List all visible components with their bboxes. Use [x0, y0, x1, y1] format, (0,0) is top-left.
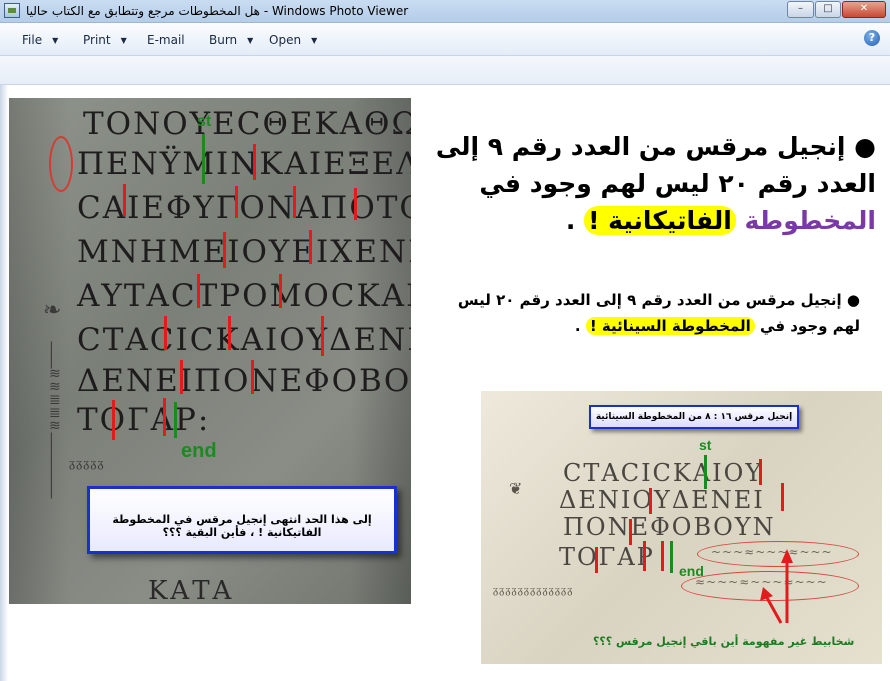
greek-line: ΜΝΗΜΕΙΟΥΕΙΧΕΝΓΑΡ	[77, 234, 411, 270]
word-divider	[309, 230, 312, 264]
close-button[interactable]: ✕	[842, 1, 886, 18]
menu-burn[interactable]: Burn ▼	[209, 33, 253, 47]
word-divider	[279, 274, 282, 308]
main-text-end: .	[565, 206, 576, 235]
word-divider	[164, 316, 167, 350]
greek-line: ΠΕΝΫΜΙΝΚΑΙΕΞΕΛΘΟΥ	[77, 146, 411, 182]
word-divider	[197, 274, 200, 308]
scribble-caption: شخابيط غير مفهومة أين باقي إنجيل مرقس ؟؟…	[593, 635, 855, 648]
word-divider	[321, 316, 324, 356]
vatican-highlight: الفاتيكانية !	[584, 206, 736, 235]
maximize-button[interactable]: □	[815, 1, 841, 18]
main-bullet-text: ● إنجيل مرقس من العدد رقم ٩ إلى العدد رق…	[420, 128, 876, 239]
arrow-head	[781, 549, 793, 563]
greek-line: ΔΕΝΕΙΠΟΝΕΦΟΒΟΥΝ	[77, 363, 411, 399]
word-divider	[251, 360, 254, 394]
arrow-line	[764, 595, 783, 624]
menu-print[interactable]: Print ▼	[83, 33, 127, 47]
menu-email[interactable]: E-mail	[147, 33, 185, 47]
greek-line: ΑΥΤΑCΤΡΟΜΟCΚΑΙΕΚ	[77, 278, 411, 314]
manuscript-word: المخطوطة	[744, 206, 876, 235]
menu-print-label: Print	[83, 33, 111, 47]
word-divider	[228, 316, 231, 350]
start-label: st	[197, 113, 212, 130]
word-divider	[180, 360, 183, 394]
word-divider	[235, 186, 238, 218]
menu-burn-label: Burn	[209, 33, 238, 47]
ornament-icon: ❧	[43, 298, 62, 323]
marker-circle	[49, 136, 73, 192]
chevron-down-icon: ▼	[311, 36, 318, 45]
word-divider	[293, 186, 296, 218]
bullet-icon: ●	[845, 132, 876, 161]
menu-file-label: File	[22, 33, 43, 47]
sinai-manuscript-image: إنجيل مرقس ١٦ : ٨ من المخطوطة السينائية …	[481, 391, 882, 664]
word-divider	[123, 184, 126, 216]
canvas-left-edge	[0, 85, 8, 681]
menu-file[interactable]: File ▼	[22, 33, 58, 47]
photo-viewer-app-icon	[4, 3, 20, 18]
menu-open[interactable]: Open ▼	[269, 33, 317, 47]
end-label: end	[181, 440, 217, 462]
note-box: إلى هذا الحد انتهى إنجيل مرقس في المخطوط…	[87, 486, 397, 554]
word-divider	[112, 400, 115, 440]
word-divider	[223, 232, 226, 268]
title-bar: هل المخطوطات مرجع وتتطابق مع الكتاب حالي…	[0, 0, 890, 23]
sinai-highlight: المخطوطة السينائية !	[585, 317, 755, 335]
vatican-manuscript-image: ΤΟΝΟΥΕCΘΕΚΑΘΩCΕΙ ΠΕΝΫΜΙΝΚΑΙΕΞΕΛΘΟΥ CΑΙΕΦ…	[9, 98, 411, 604]
menu-open-label: Open	[269, 33, 302, 47]
kata-heading: ΚΑΤΑ	[148, 576, 235, 606]
greek-line: ΤΟΓΑΡ:	[77, 402, 211, 438]
menu-email-label: E-mail	[147, 33, 185, 47]
chevron-down-icon: ▼	[247, 36, 254, 45]
main-text-line: إنجيل مرقس من العدد رقم ٩ إلى العدد رقم …	[435, 132, 876, 198]
minimize-button[interactable]: –	[787, 1, 814, 18]
help-icon[interactable]: ?	[864, 30, 880, 46]
chevron-down-icon: ▼	[52, 36, 59, 45]
note-text: إلى هذا الحد انتهى إنجيل مرقس في المخطوط…	[112, 513, 372, 539]
window-title: هل المخطوطات مرجع وتتطابق مع الكتاب حالي…	[26, 4, 409, 18]
scribble-mark-icon: ᵹᵹᵹᵹᵹ	[69, 456, 105, 471]
command-bar: File ▼ Print ▼ E-mail Burn ▼ Open ▼ ?	[0, 23, 890, 56]
start-line	[202, 134, 205, 184]
end-line	[174, 402, 177, 438]
sub-bullet-text: ● إنجيل مرقس من العدد رقم ٩ إلى العدد رق…	[440, 287, 860, 339]
toolbar-strip	[0, 56, 890, 85]
word-divider	[253, 144, 256, 180]
coronis-ornament-icon: | | ≋ ≋ ≣ ≣ ≋ | | | | |	[49, 340, 61, 499]
greek-line: CΑΙΕΦΥΓΟΝΑΠΟΤΟΥ	[77, 190, 411, 226]
word-divider	[163, 398, 166, 436]
bullet-icon: ●	[841, 291, 860, 309]
sub-text-end: .	[574, 317, 581, 335]
annotation-arrows	[760, 549, 793, 624]
chevron-down-icon: ▼	[120, 36, 127, 45]
greek-line: CΤΑCΙCΚΑΙΟΥΔΕΝΙΟ	[77, 322, 411, 358]
greek-line: ΤΟΝΟΥΕCΘΕΚΑΘΩCΕΙ	[83, 106, 411, 142]
word-divider	[354, 188, 357, 220]
